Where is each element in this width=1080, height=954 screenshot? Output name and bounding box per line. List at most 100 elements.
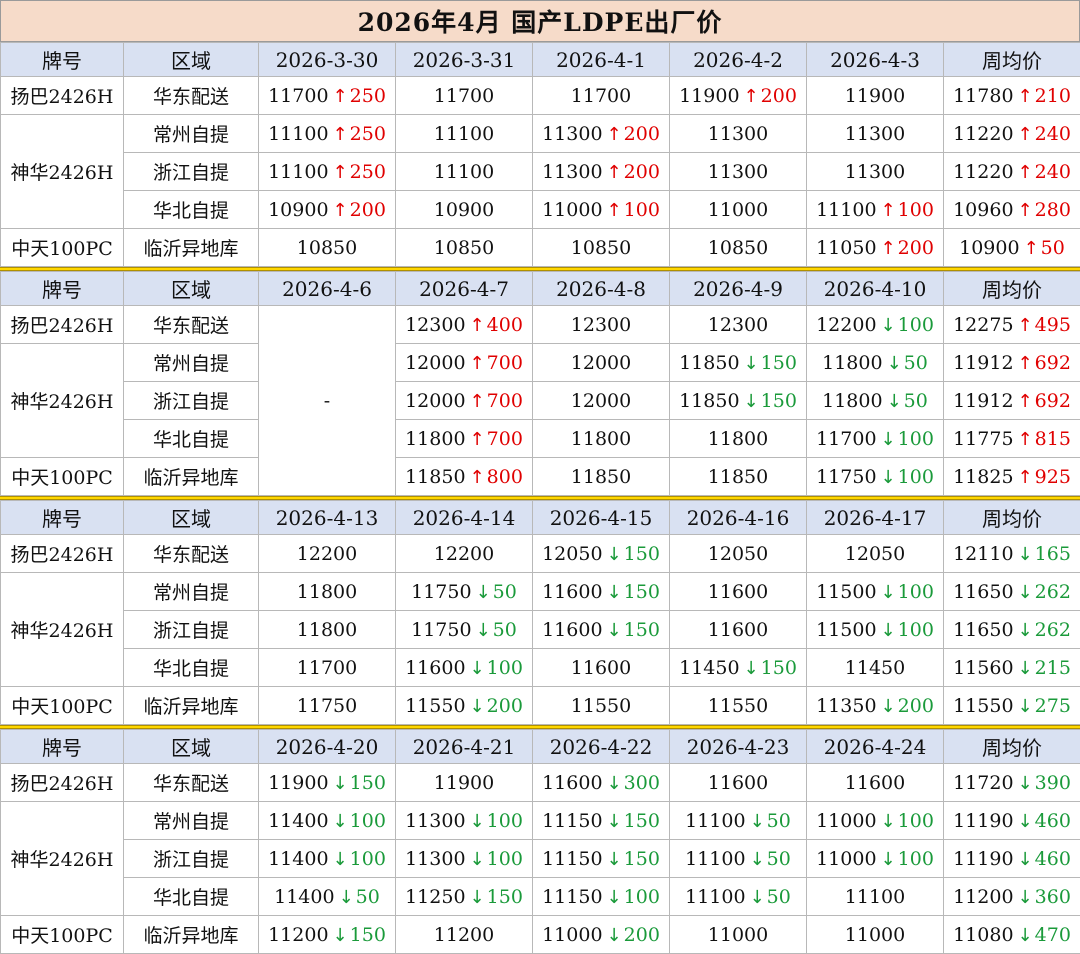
price-cell: 11250↓150 [396, 878, 533, 916]
price-change: 150 [624, 543, 660, 565]
price-cell: 11300 [670, 115, 807, 153]
price-cell: 11300↓100 [396, 802, 533, 840]
price-value: 11400 [268, 848, 328, 870]
arrow-up-icon: ↑ [470, 353, 485, 374]
price-value: 11220 [953, 123, 1013, 145]
price-change: 692 [1035, 390, 1071, 412]
date-header: 2026-4-3 [807, 43, 944, 77]
price-value: 12000 [405, 390, 465, 412]
arrow-down-icon: ↓ [339, 887, 354, 908]
price-value: 11600 [845, 772, 905, 794]
price-value: 11800 [708, 428, 768, 450]
price-cell: 11900↑200 [670, 77, 807, 115]
arrow-down-icon: ↓ [881, 315, 896, 336]
price-value: 11720 [953, 772, 1013, 794]
date-header: 2026-4-6 [259, 272, 396, 306]
price-cell: 10850 [533, 229, 670, 267]
price-value: 11100 [434, 161, 494, 183]
region-label: 浙江自提 [153, 391, 229, 413]
price-value: 11300 [405, 848, 465, 870]
region-cell: 常州自提 [124, 344, 259, 382]
price-value: 11100 [685, 848, 745, 870]
price-cell: 11800 [533, 420, 670, 458]
price-value: 11150 [542, 848, 602, 870]
arrow-up-icon: ↑ [1024, 238, 1039, 259]
arrow-up-icon: ↑ [607, 200, 622, 221]
table-row: 浙江自提11400↓10011300↓10011150↓15011100↓501… [1, 840, 1080, 878]
brand-label: 扬巴2426H [11, 315, 114, 337]
price-change: 200 [761, 85, 797, 107]
price-value: 11750 [297, 695, 357, 717]
price-value: 11500 [816, 581, 876, 603]
price-cell: 11100↑250 [259, 153, 396, 191]
price-cell: 10850 [396, 229, 533, 267]
price-change: 150 [761, 390, 797, 412]
region-cell: 浙江自提 [124, 382, 259, 420]
price-value: 11550 [708, 695, 768, 717]
date-label: 2026-4-6 [282, 277, 372, 301]
price-value: 11850 [679, 390, 739, 412]
price-value: 11100 [685, 810, 745, 832]
price-cell: 12300 [670, 306, 807, 344]
date-header: 2026-4-8 [533, 272, 670, 306]
date-header: 2026-4-13 [259, 501, 396, 535]
region-cell: 华东配送 [124, 306, 259, 344]
avg-header: 周均价 [944, 730, 1080, 764]
region-label: 华东配送 [153, 544, 229, 566]
price-value: 11220 [953, 161, 1013, 183]
brand-cell: 神华2426H [1, 573, 124, 687]
brand-header-label: 牌号 [42, 736, 82, 760]
brand-label: 扬巴2426H [11, 544, 114, 566]
price-change: 200 [624, 924, 660, 946]
arrow-up-icon: ↑ [333, 200, 348, 221]
date-header: 2026-4-2 [670, 43, 807, 77]
price-cell: 11500↓100 [807, 611, 944, 649]
price-value: 11800 [297, 619, 357, 641]
arrow-down-icon: ↓ [1018, 811, 1033, 832]
weekly-avg-cell: 11780↑210 [944, 77, 1080, 115]
price-cell: 11000↓100 [807, 840, 944, 878]
price-change: 50 [767, 810, 791, 832]
date-label: 2026-4-16 [687, 506, 790, 530]
price-change: 150 [487, 886, 523, 908]
price-change: 240 [1035, 123, 1071, 145]
region-cell: 常州自提 [124, 573, 259, 611]
region-label: 华东配送 [153, 315, 229, 337]
arrow-up-icon: ↑ [1018, 429, 1033, 450]
price-value: 11825 [953, 466, 1013, 488]
region-cell: 浙江自提 [124, 611, 259, 649]
price-cell: 12300 [533, 306, 670, 344]
price-cell: 12200↓100 [807, 306, 944, 344]
price-value: 10960 [953, 199, 1013, 221]
price-value: 12000 [571, 352, 631, 374]
price-cell: 11400↓100 [259, 840, 396, 878]
weekly-avg-cell: 11775↑815 [944, 420, 1080, 458]
price-change: 250 [350, 85, 386, 107]
arrow-up-icon: ↑ [607, 162, 622, 183]
weekly-avg-cell: 12110↓165 [944, 535, 1080, 573]
price-change: 280 [1035, 199, 1071, 221]
price-cell: 11750 [259, 687, 396, 725]
price-value: 12300 [708, 314, 768, 336]
date-label: 2026-3-30 [276, 48, 379, 72]
price-change: 460 [1035, 848, 1071, 870]
price-value: 11700 [268, 85, 328, 107]
price-change: 100 [487, 848, 523, 870]
price-change: 692 [1035, 352, 1071, 374]
price-cell: 11700 [533, 77, 670, 115]
price-value: 11300 [405, 810, 465, 832]
header-row: 牌号区域2026-4-62026-4-72026-4-82026-4-92026… [1, 272, 1080, 306]
price-cell: 11600 [533, 649, 670, 687]
region-label: 华北自提 [153, 658, 229, 680]
arrow-down-icon: ↓ [881, 696, 896, 717]
date-label: 2026-4-8 [556, 277, 646, 301]
table-row: 神华2426H常州自提11100↑2501110011300↑200113001… [1, 115, 1080, 153]
price-change: 700 [487, 428, 523, 450]
price-value: 11000 [816, 810, 876, 832]
date-label: 2026-4-10 [824, 277, 927, 301]
region-cell: 华北自提 [124, 649, 259, 687]
price-value: 12275 [953, 314, 1013, 336]
price-value: 12050 [542, 543, 602, 565]
price-cell: 11800 [259, 573, 396, 611]
region-cell: 常州自提 [124, 115, 259, 153]
